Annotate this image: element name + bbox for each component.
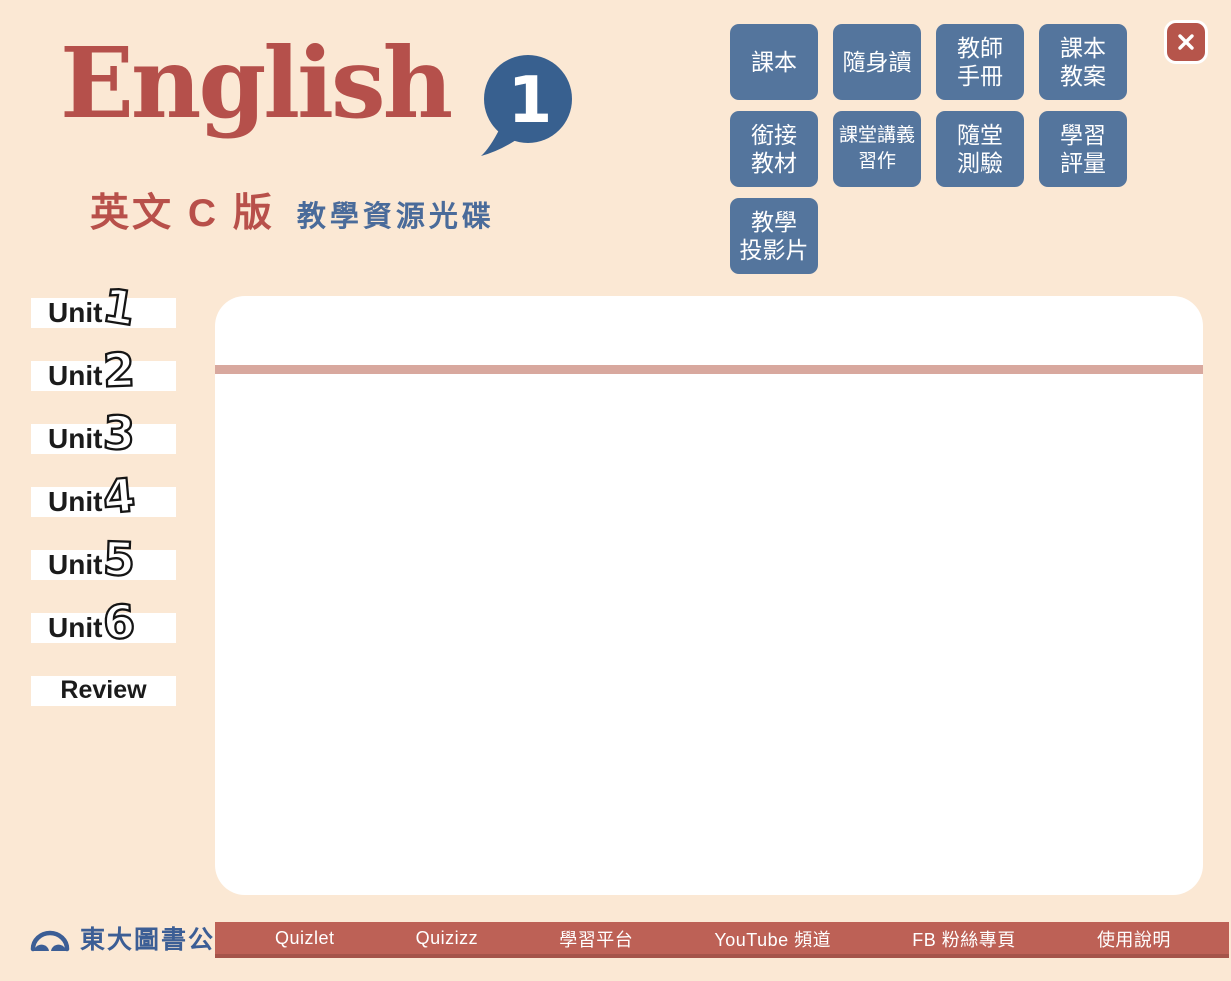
unit-label: Unit bbox=[48, 550, 102, 580]
close-icon bbox=[1176, 32, 1196, 52]
unit-label: Unit bbox=[48, 613, 102, 643]
subtitle-disc: 教學資源光碟 bbox=[297, 193, 495, 235]
unit-label: Unit bbox=[48, 424, 102, 454]
sidebar-item-unit-2[interactable]: Unit 2 bbox=[31, 361, 176, 391]
unit-number-outline: 2 bbox=[102, 349, 136, 394]
teacher-manual-button[interactable]: 教師 手冊 bbox=[936, 24, 1024, 100]
close-button[interactable] bbox=[1164, 20, 1208, 64]
unit-sidebar: Unit 1 Unit 2 Unit 3 Unit 4 Unit 5 Unit … bbox=[31, 298, 176, 706]
publisher-arch-icon bbox=[28, 920, 72, 956]
textbook-lesson-plan-button[interactable]: 課本 教案 bbox=[1039, 24, 1127, 100]
subtitle-edition: 英文 C 版 bbox=[90, 182, 275, 238]
unit-number-outline: 1 bbox=[100, 284, 138, 332]
class-handout-workbook-button[interactable]: 課堂講義 習作 bbox=[833, 111, 921, 187]
unit-label: Unit bbox=[48, 298, 102, 328]
footer-link-quizlet[interactable]: Quizlet bbox=[275, 928, 335, 949]
sidebar-item-review[interactable]: Review bbox=[31, 676, 176, 706]
bridging-material-button[interactable]: 銜接 教材 bbox=[730, 111, 818, 187]
sidebar-item-unit-4[interactable]: Unit 4 bbox=[31, 487, 176, 517]
pocket-reader-button[interactable]: 隨身讀 bbox=[833, 24, 921, 100]
unit-number-outline: 3 bbox=[102, 412, 136, 457]
sidebar-item-unit-3[interactable]: Unit 3 bbox=[31, 424, 176, 454]
footer-link-bar: Quizlet Quizizz 學習平台 YouTube 頻道 FB 粉絲專頁 … bbox=[215, 922, 1229, 958]
sidebar-item-unit-6[interactable]: Unit 6 bbox=[31, 613, 176, 643]
footer-link-quizizz[interactable]: Quizizz bbox=[416, 928, 479, 949]
unit-number-outline: 4 bbox=[101, 474, 137, 520]
unit-number-outline: 5 bbox=[102, 538, 136, 583]
publisher-logo: 東大圖書公司 bbox=[28, 916, 242, 960]
learning-assessment-button[interactable]: 學習 評量 bbox=[1039, 111, 1127, 187]
speech-bubble-badge: 1 bbox=[474, 50, 578, 166]
content-panel bbox=[215, 296, 1203, 895]
sidebar-item-unit-5[interactable]: Unit 5 bbox=[31, 550, 176, 580]
app-logo-title: English bbox=[60, 30, 450, 137]
footer-link-fb-fan-page[interactable]: FB 粉絲專頁 bbox=[912, 926, 1016, 952]
quiz-button[interactable]: 隨堂 測驗 bbox=[936, 111, 1024, 187]
textbook-button[interactable]: 課本 bbox=[730, 24, 818, 100]
teaching-slides-button[interactable]: 教學 投影片 bbox=[730, 198, 818, 274]
logo-subtitle: 英文 C 版 教學資源光碟 bbox=[90, 182, 495, 238]
unit-label: Unit bbox=[48, 487, 102, 517]
sidebar-item-unit-1[interactable]: Unit 1 bbox=[31, 298, 176, 328]
footer-link-user-guide[interactable]: 使用說明 bbox=[1097, 926, 1171, 952]
unit-number-outline: 6 bbox=[102, 601, 136, 646]
resource-button-grid: 課本 隨身讀 教師 手冊 課本 教案 銜接 教材 課堂講義 習作 隨堂 測驗 學… bbox=[730, 24, 1127, 274]
footer-link-learning-platform[interactable]: 學習平台 bbox=[559, 926, 633, 952]
unit-label: Unit bbox=[48, 361, 102, 391]
footer-link-youtube-channel[interactable]: YouTube 頻道 bbox=[714, 926, 831, 952]
panel-accent-line bbox=[215, 365, 1203, 374]
badge-number: 1 bbox=[508, 64, 553, 138]
